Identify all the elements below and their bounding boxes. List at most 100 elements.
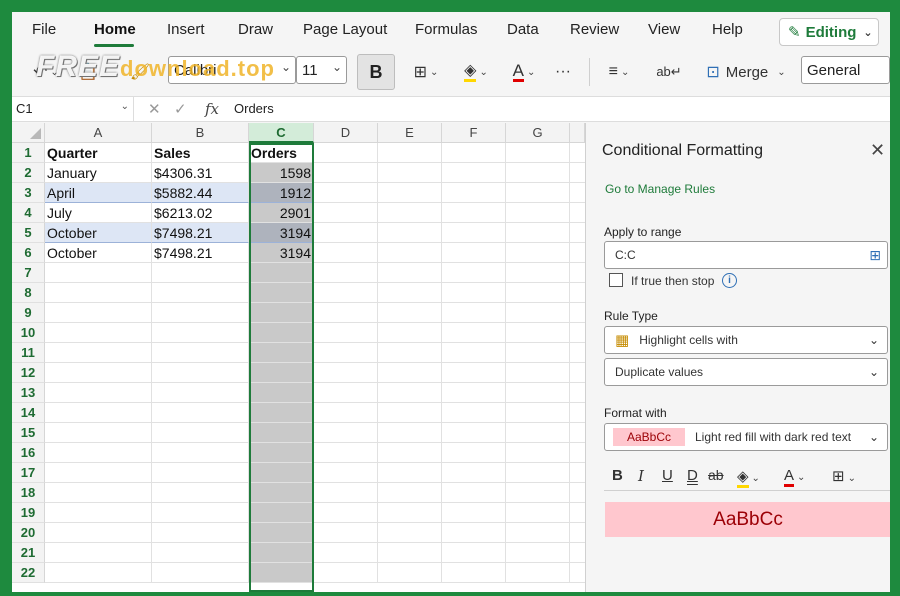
merge-button[interactable]: ⊡ Merge ⌄ xyxy=(696,58,796,86)
A2-cell[interactable]: January xyxy=(45,163,152,183)
row-header-13[interactable]: 13 xyxy=(12,383,45,403)
A22-cell[interactable] xyxy=(45,563,152,583)
C22-cell[interactable] xyxy=(249,563,314,583)
G21-cell[interactable] xyxy=(506,543,570,563)
H22-cell[interactable] xyxy=(570,563,585,583)
B16-cell[interactable] xyxy=(152,443,249,463)
G20-cell[interactable] xyxy=(506,523,570,543)
G14-cell[interactable] xyxy=(506,403,570,423)
E13-cell[interactable] xyxy=(378,383,442,403)
B17-cell[interactable] xyxy=(152,463,249,483)
tab-insert[interactable]: Insert xyxy=(167,21,205,38)
E12-cell[interactable] xyxy=(378,363,442,383)
F13-cell[interactable] xyxy=(442,383,506,403)
B15-cell[interactable] xyxy=(152,423,249,443)
F12-cell[interactable] xyxy=(442,363,506,383)
B20-cell[interactable] xyxy=(152,523,249,543)
H21-cell[interactable] xyxy=(570,543,585,563)
D22-cell[interactable] xyxy=(314,563,378,583)
column-header-partial[interactable] xyxy=(570,123,585,143)
D19-cell[interactable] xyxy=(314,503,378,523)
F10-cell[interactable] xyxy=(442,323,506,343)
A18-cell[interactable] xyxy=(45,483,152,503)
F8-cell[interactable] xyxy=(442,283,506,303)
A12-cell[interactable] xyxy=(45,363,152,383)
C6-cell[interactable]: 3194 xyxy=(249,243,314,263)
H3-cell[interactable] xyxy=(570,183,585,203)
A1-cell[interactable]: Quarter xyxy=(45,143,152,163)
D20-cell[interactable] xyxy=(314,523,378,543)
H5-cell[interactable] xyxy=(570,223,585,243)
H1-cell[interactable] xyxy=(570,143,585,163)
manage-rules-link[interactable]: Go to Manage Rules xyxy=(605,182,715,196)
C1-cell[interactable]: Orders xyxy=(249,143,314,163)
H20-cell[interactable] xyxy=(570,523,585,543)
italic-icon[interactable]: I xyxy=(638,467,644,485)
font-color-button[interactable]: A ⌄ xyxy=(504,60,544,84)
row-header-1[interactable]: 1 xyxy=(12,143,45,163)
E18-cell[interactable] xyxy=(378,483,442,503)
select-all-corner[interactable] xyxy=(12,123,45,143)
G19-cell[interactable] xyxy=(506,503,570,523)
B2-cell[interactable]: $4306.31 xyxy=(152,163,249,183)
F7-cell[interactable] xyxy=(442,263,506,283)
B8-cell[interactable] xyxy=(152,283,249,303)
column-header-c[interactable]: C xyxy=(249,123,314,143)
H19-cell[interactable] xyxy=(570,503,585,523)
row-header-19[interactable]: 19 xyxy=(12,503,45,523)
tab-draw[interactable]: Draw xyxy=(238,21,273,38)
G6-cell[interactable] xyxy=(506,243,570,263)
F17-cell[interactable] xyxy=(442,463,506,483)
column-header-d[interactable]: D xyxy=(314,123,378,143)
row-header-10[interactable]: 10 xyxy=(12,323,45,343)
bold-button[interactable]: B xyxy=(357,54,395,90)
H13-cell[interactable] xyxy=(570,383,585,403)
tab-formulas[interactable]: Formulas xyxy=(415,21,478,38)
C3-cell[interactable]: 1912 xyxy=(249,183,314,203)
B14-cell[interactable] xyxy=(152,403,249,423)
E22-cell[interactable] xyxy=(378,563,442,583)
row-header-15[interactable]: 15 xyxy=(12,423,45,443)
C13-cell[interactable] xyxy=(249,383,314,403)
F18-cell[interactable] xyxy=(442,483,506,503)
row-header-6[interactable]: 6 xyxy=(12,243,45,263)
close-icon[interactable]: ✕ xyxy=(870,140,885,161)
C11-cell[interactable] xyxy=(249,343,314,363)
G3-cell[interactable] xyxy=(506,183,570,203)
wrap-text-button[interactable]: ab↵ xyxy=(656,60,682,84)
B9-cell[interactable] xyxy=(152,303,249,323)
strikethrough-icon[interactable]: ab xyxy=(708,467,724,483)
H12-cell[interactable] xyxy=(570,363,585,383)
C15-cell[interactable] xyxy=(249,423,314,443)
G5-cell[interactable] xyxy=(506,223,570,243)
row-header-21[interactable]: 21 xyxy=(12,543,45,563)
row-header-8[interactable]: 8 xyxy=(12,283,45,303)
F2-cell[interactable] xyxy=(442,163,506,183)
G4-cell[interactable] xyxy=(506,203,570,223)
F6-cell[interactable] xyxy=(442,243,506,263)
B13-cell[interactable] xyxy=(152,383,249,403)
H10-cell[interactable] xyxy=(570,323,585,343)
row-header-2[interactable]: 2 xyxy=(12,163,45,183)
bold-icon[interactable]: B xyxy=(612,467,623,484)
D8-cell[interactable] xyxy=(314,283,378,303)
row-header-5[interactable]: 5 xyxy=(12,223,45,243)
D2-cell[interactable] xyxy=(314,163,378,183)
G8-cell[interactable] xyxy=(506,283,570,303)
info-icon[interactable]: i xyxy=(722,273,737,288)
E20-cell[interactable] xyxy=(378,523,442,543)
D4-cell[interactable] xyxy=(314,203,378,223)
C10-cell[interactable] xyxy=(249,323,314,343)
E1-cell[interactable] xyxy=(378,143,442,163)
F16-cell[interactable] xyxy=(442,443,506,463)
H17-cell[interactable] xyxy=(570,463,585,483)
A19-cell[interactable] xyxy=(45,503,152,523)
B1-cell[interactable]: Sales xyxy=(152,143,249,163)
B19-cell[interactable] xyxy=(152,503,249,523)
D13-cell[interactable] xyxy=(314,383,378,403)
E11-cell[interactable] xyxy=(378,343,442,363)
G1-cell[interactable] xyxy=(506,143,570,163)
G9-cell[interactable] xyxy=(506,303,570,323)
E10-cell[interactable] xyxy=(378,323,442,343)
C7-cell[interactable] xyxy=(249,263,314,283)
